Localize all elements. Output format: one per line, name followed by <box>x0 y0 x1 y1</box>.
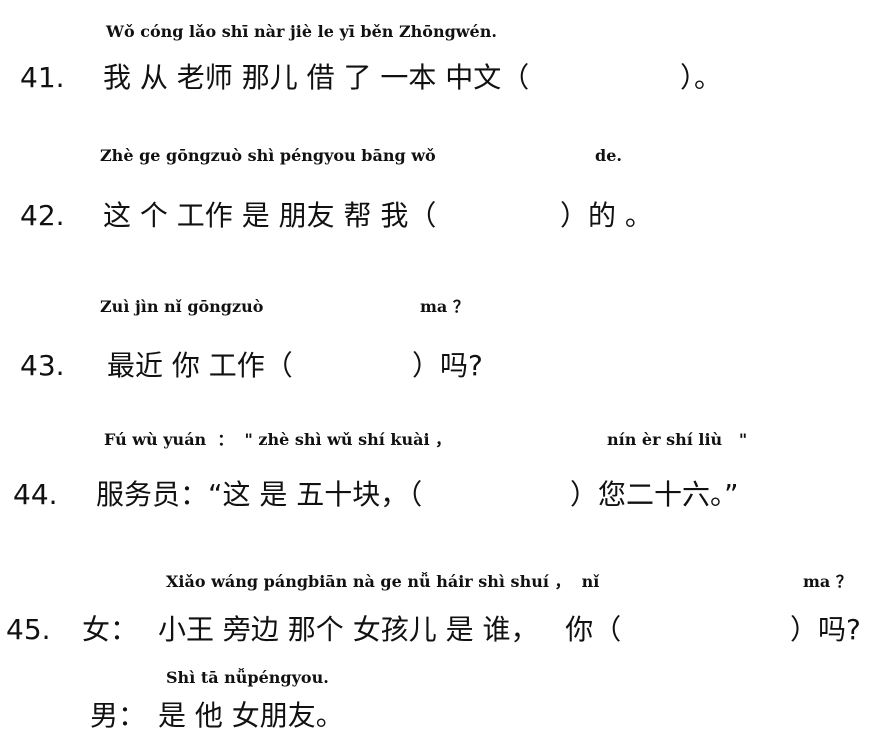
question-number: 45. <box>6 613 51 646</box>
sentence-text-end: ）吗? <box>790 613 861 646</box>
sentence-text: 这 个 工作 是 朋友 帮 我（ <box>103 199 437 232</box>
speaker-label-male: 男： <box>90 699 147 732</box>
sentence-text-end: ）的 。 <box>560 199 653 232</box>
pinyin-line-answer: Shì tā nǚpéngyou. <box>166 668 329 687</box>
pinyin-line: Fú wù yuán ： " zhè shì wǔ shí kuài ， <box>104 430 452 449</box>
sentence-text-end: ）吗? <box>412 349 483 382</box>
pinyin-line: Zuì jìn nǐ gōngzuò <box>100 297 264 316</box>
question-number: 42. <box>20 199 65 232</box>
sentence-text-end: ）您二十六。” <box>570 478 739 511</box>
sentence-text: 小王 旁边 那个 女孩儿 是 谁， 你（ <box>158 613 622 646</box>
question-number: 41. <box>20 61 65 94</box>
question-number: 43. <box>20 349 65 382</box>
speaker-label-female: 女： <box>82 613 139 646</box>
answer-text: 是 他 女朋友。 <box>158 699 344 732</box>
sentence-text-end: ）。 <box>680 61 723 94</box>
pinyin-line-end: de. <box>595 146 622 165</box>
sentence-text: 服务员：“这 是 五十块，（ <box>96 478 423 511</box>
sentence-text: 最近 你 工作（ <box>107 349 293 382</box>
pinyin-line-end: ma ？ <box>803 572 852 591</box>
pinyin-line-end: ma ？ <box>420 297 469 316</box>
pinyin-line: Zhè ge gōngzuò shì péngyou bāng wǒ <box>100 146 436 165</box>
pinyin-line-end: nín èr shí liù " <box>607 430 748 449</box>
question-number: 44. <box>13 478 58 511</box>
pinyin-line: Wǒ cóng lǎo shī nàr jiè le yī běn Zhōngw… <box>106 22 497 41</box>
pinyin-line: Xiǎo wáng pángbiān nà ge nǚ háir shì shu… <box>166 572 600 591</box>
sentence-text: 我 从 老师 那儿 借 了 一本 中文（ <box>103 61 530 94</box>
